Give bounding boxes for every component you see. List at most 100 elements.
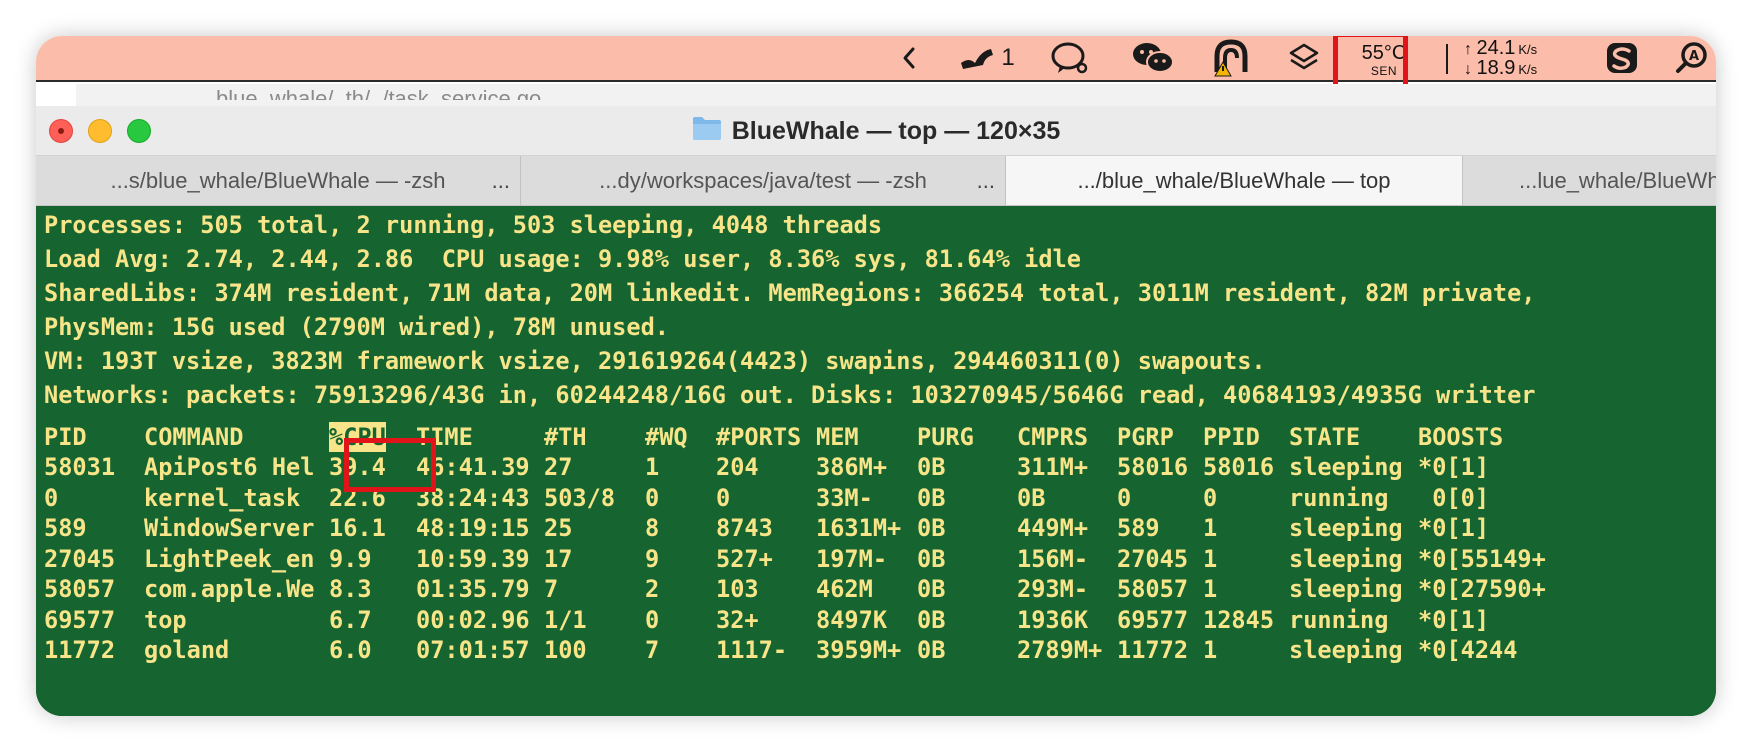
table-cell: goland [144,636,230,664]
table-cell: 69577 [44,605,116,634]
svg-text:A: A [1689,49,1699,64]
table-cell: 0B [917,453,946,481]
table-cell: 58016 [1203,453,1275,481]
vpn-warning-icon[interactable] [1208,36,1254,80]
table-cell: 16.1 [329,514,386,542]
arrow-up-icon: ↑ [1464,41,1472,58]
summary-networks: Networks: packets: 75913296/43G in, 6024… [44,381,1536,409]
table-cell: 589 [44,514,87,542]
s-app-icon[interactable] [1602,36,1642,80]
table-cell: 07:01:57 [416,636,530,664]
column-header: #WQ [645,423,688,451]
tab-label: ...lue_whale/BlueWhale [1519,168,1716,193]
column-header: COMMAND [144,423,244,451]
chat-bubble-icon[interactable] [1048,36,1092,80]
table-cell: 27 [544,453,573,481]
table-cell: running [1289,605,1389,634]
table-cell: 11772 [44,636,116,664]
table-cell: 9 [645,544,660,573]
table-cell: 1 [1203,514,1218,542]
table-cell: 10:59.39 [416,544,530,573]
table-cell: 1936K [1017,605,1089,634]
download-unit: K/s [1518,62,1538,77]
table-cell: 3959M+ [816,636,902,664]
table-cell: *0[1] [1418,453,1490,481]
table-cell: 58057 [1117,575,1189,603]
table-cell: 25 [544,514,573,542]
terminal-content[interactable]: Processes: 505 total, 2 running, 503 sle… [36,206,1716,716]
tab-zsh-java-test[interactable]: ...dy/workspaces/java/test — -zsh ... [521,156,1006,205]
tab-label: ...dy/workspaces/java/test — -zsh [599,168,927,193]
tab-label: ...s/blue_whale/BlueWhale — -zsh [110,168,446,193]
tab-label: .../blue_whale/BlueWhale — top [1077,168,1391,193]
tab-top-active[interactable]: .../blue_whale/BlueWhale — top [1006,156,1463,205]
search-a-icon[interactable]: A [1672,36,1712,80]
summary-vm: VM: 193T vsize, 3823M framework vsize, 2… [44,347,1266,375]
table-cell: 27045 [44,544,116,573]
table-cell: *0[4244 [1418,636,1518,664]
column-header: PURG [917,423,974,451]
terminal-window: BlueWhale — top — 120×35 ...s/blue_whale… [36,106,1716,716]
chevron-left-icon[interactable] [894,36,924,80]
table-cell: 00:02.96 [416,605,530,634]
table-cell: 48:19:15 [416,514,530,542]
table-cell: 0[0] [1418,483,1490,512]
column-header: BOOSTS [1418,423,1504,451]
table-cell: 58016 [1117,453,1189,481]
table-cell: *0[1] [1418,514,1490,542]
table-cell: 58031 [44,453,116,481]
table-cell: com.apple.We [144,575,315,603]
column-header: CMPRS [1017,423,1089,451]
table-cell: 1 [1203,575,1218,603]
table-cell: 1 [1203,544,1218,573]
table-cell: 0 [44,483,59,512]
table-cell: *0[1] [1418,605,1490,634]
column-header: STATE [1289,423,1361,451]
network-speed[interactable]: ↑ 24.1 K/s ↓ 18.9 K/s [1464,38,1574,80]
notification-count: 1 [1001,44,1015,71]
table-cell: sleeping [1289,575,1403,603]
table-cell: 0 [1203,483,1218,512]
tab-more-icon[interactable]: ... [492,156,510,205]
table-cell: 32+ [716,605,759,634]
table-cell: 01:35.79 [416,575,530,603]
table-cell: 197M- [816,544,888,573]
temperature-highlight-box [1333,36,1408,91]
table-cell: 293M- [1017,575,1089,603]
table-cell: 0B [917,483,946,512]
table-cell: *0[27590+ [1418,575,1546,603]
notification-bell-icon [957,43,999,73]
table-cell: 2789M+ [1017,636,1103,664]
tab-bluewhale-4[interactable]: ...lue_whale/BlueWhale [1463,156,1716,205]
table-cell: *0[55149+ [1418,544,1546,573]
layers-icon[interactable] [1284,36,1324,80]
table-cell: WindowServer [144,514,315,542]
table-cell: top [144,605,187,634]
table-cell: sleeping [1289,544,1403,573]
wechat-icon[interactable] [1130,36,1176,80]
screenshot-frame: 1 55°C SEN ↑ 24.1 K/s ↓ 18.9 K/s A blue_… [36,36,1716,716]
table-cell: 0B [917,575,946,603]
table-cell: 1117- [716,636,788,664]
tab-zsh-bluewhale[interactable]: ...s/blue_whale/BlueWhale — -zsh ... [36,156,521,205]
window-title-text: BlueWhale — top — 120×35 [731,116,1061,145]
table-cell: 12845 [1203,605,1275,634]
table-cell: 462M [816,575,873,603]
window-titlebar[interactable]: BlueWhale — top — 120×35 [36,106,1716,156]
table-cell: 17 [544,544,573,573]
table-cell: 527+ [716,544,773,573]
column-header: MEM [816,423,859,451]
tab-bar: ...s/blue_whale/BlueWhale — -zsh ... ...… [36,156,1716,206]
table-cell: 8743 [716,514,773,542]
table-cell: 589 [1117,514,1160,542]
table-cell: 204 [716,453,759,481]
table-cell: 449M+ [1017,514,1089,542]
table-cell: LightPeek_en [144,544,315,573]
table-cell: 69577 [1117,605,1189,634]
tab-more-icon[interactable]: ... [977,156,995,205]
arrow-down-icon: ↓ [1464,61,1472,78]
table-cell: sleeping [1289,636,1403,664]
column-header: #PORTS [716,423,802,451]
notification-indicator[interactable]: 1 [951,36,1021,80]
table-cell: 6.7 [329,605,372,634]
